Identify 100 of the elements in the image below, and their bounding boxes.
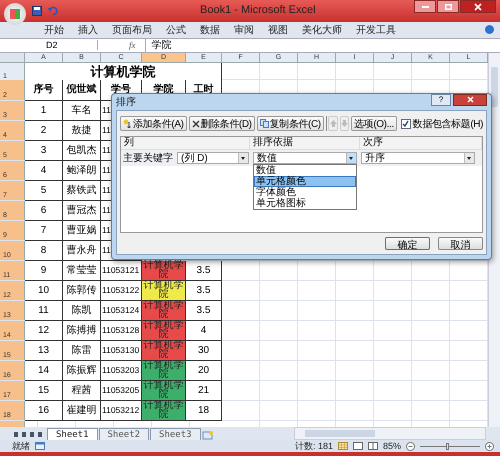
table-cell: 11053203: [101, 360, 142, 381]
page-break-icon[interactable]: [368, 442, 378, 450]
close-icon: [474, 2, 482, 10]
close-button[interactable]: [460, 0, 496, 13]
ribbon-tab[interactable]: 数据: [194, 22, 226, 37]
name-box[interactable]: D2: [0, 40, 98, 50]
dropdown-option[interactable]: 数值: [254, 164, 356, 176]
table-cell: 陈凯: [63, 300, 101, 321]
ribbon-tab[interactable]: 公式: [160, 22, 192, 37]
table-cell: 16: [25, 400, 63, 421]
table-cell: 2: [25, 120, 63, 141]
ribbon-tab[interactable]: 视图: [262, 22, 294, 37]
table-cell: 13: [25, 340, 63, 361]
dropdown-option[interactable]: 单元格图标: [254, 198, 356, 209]
copy-icon: [260, 119, 269, 128]
table-cell: 计算机学院: [142, 340, 186, 361]
table-cell: 3.5: [186, 280, 222, 301]
dropdown-option[interactable]: 单元格颜色: [254, 176, 356, 187]
table-cell: 鲍泽朗: [63, 160, 101, 181]
table-cell: 11: [25, 300, 63, 321]
table-cell: 曹亚娲: [63, 220, 101, 241]
normal-view-icon[interactable]: [338, 442, 348, 450]
sheet-tab[interactable]: Sheet2: [98, 428, 150, 440]
ribbon-tab[interactable]: 页面布局: [106, 22, 158, 37]
table-cell: 14: [25, 360, 63, 381]
table-cell: 11053205: [101, 380, 142, 401]
table-cell: 20: [186, 360, 222, 381]
table-cell: 程茜: [63, 380, 101, 401]
table-cell: 18: [186, 400, 222, 421]
ribbon-tab[interactable]: 开始: [38, 22, 70, 37]
zoom-in-icon[interactable]: [485, 442, 494, 450]
ribbon-tab[interactable]: 插入: [72, 22, 104, 37]
table-cell: 12: [25, 320, 63, 341]
sheet-tab[interactable]: Sheet3: [150, 428, 201, 440]
save-icon[interactable]: [32, 6, 42, 16]
column-heading: 列: [121, 136, 250, 149]
ribbon-tab[interactable]: 美化大师: [296, 22, 348, 37]
ok-button[interactable]: 确定: [385, 236, 430, 250]
window-title: Book1 - Microsoft Excel: [200, 4, 316, 16]
column-dropdown[interactable]: (列 D): [177, 152, 249, 164]
copy-level-button[interactable]: 复制条件(C): [256, 116, 324, 132]
close-button[interactable]: [453, 94, 487, 106]
add-level-button[interactable]: 添加条件(A): [120, 116, 187, 132]
table-cell: 30: [186, 340, 222, 361]
column-heading: 序号: [25, 80, 63, 101]
insert-function-button[interactable]: fx: [128, 40, 136, 50]
table-cell: 11053121: [101, 260, 142, 281]
order-dropdown[interactable]: 升序: [361, 152, 475, 164]
delete-level-button[interactable]: 删除条件(D): [188, 116, 255, 132]
table-cell: 11053128: [101, 320, 142, 341]
column-heading: 排序依据: [250, 136, 360, 149]
column-heading: 次序: [360, 136, 482, 149]
table-cell: 车名: [63, 100, 101, 121]
page-layout-icon[interactable]: [352, 442, 363, 450]
minimize-button[interactable]: [414, 0, 436, 13]
zoom-slider-thumb[interactable]: [446, 442, 449, 450]
table-cell: 21: [186, 380, 222, 401]
column-heading: 倪世斌: [63, 80, 101, 101]
table-cell: 计算机学院: [142, 280, 186, 301]
table-cell: 3.5: [186, 300, 222, 321]
sheet-tab[interactable]: Sheet1: [47, 428, 98, 440]
ribbon-tab[interactable]: 开发工具: [350, 22, 402, 37]
table-cell: 陈雷: [63, 340, 101, 361]
options-button[interactable]: 选项(O)...: [351, 116, 397, 132]
table-cell: 10: [25, 280, 63, 301]
table-cell: 11053212: [101, 400, 142, 421]
zoom-out-icon[interactable]: [406, 442, 415, 450]
new-sheet-icon[interactable]: [202, 431, 214, 440]
formula-field[interactable]: 学院: [144, 38, 500, 52]
table-cell: 8: [25, 240, 63, 261]
checkbox[interactable]: [400, 118, 411, 129]
count-text: 计数: 181: [294, 440, 333, 452]
help-button[interactable]: ?: [431, 94, 451, 106]
horizontal-scrollbar[interactable]: [294, 427, 486, 440]
table-cell: 9: [25, 260, 63, 281]
table-cell: 3: [25, 140, 63, 161]
table-cell: 蔡铁武: [63, 180, 101, 201]
minimize-icon: [422, 6, 428, 8]
table-cell: 陈振辉: [63, 360, 101, 381]
status-text: 就绪: [12, 440, 30, 452]
table-cell: 敖捷: [63, 120, 101, 141]
office-button[interactable]: [4, 3, 26, 25]
table-cell: 4: [25, 160, 63, 181]
help-icon[interactable]: [485, 25, 494, 34]
table-cell: 陈搏搏: [63, 320, 101, 341]
sort-on-dropdown[interactable]: 数值: [253, 152, 357, 164]
add-icon: [123, 119, 132, 128]
table-cell: 11053122: [101, 280, 142, 301]
cancel-button[interactable]: 取消: [438, 236, 483, 250]
dropdown-option[interactable]: 字体颜色: [254, 186, 356, 198]
table-cell: 包凯杰: [63, 140, 101, 161]
ribbon-tab[interactable]: 审阅: [228, 22, 260, 37]
table-cell: 11053124: [101, 300, 142, 321]
table-cell: 5: [25, 180, 63, 201]
maximize-button[interactable]: [437, 0, 459, 13]
table-cell: 计算机学院: [142, 380, 186, 401]
table-cell: 计算机学院: [142, 400, 186, 421]
table-cell: 1: [25, 100, 63, 121]
up-arrow-icon: [330, 120, 336, 128]
table-cell: 计算机学院: [142, 360, 186, 381]
